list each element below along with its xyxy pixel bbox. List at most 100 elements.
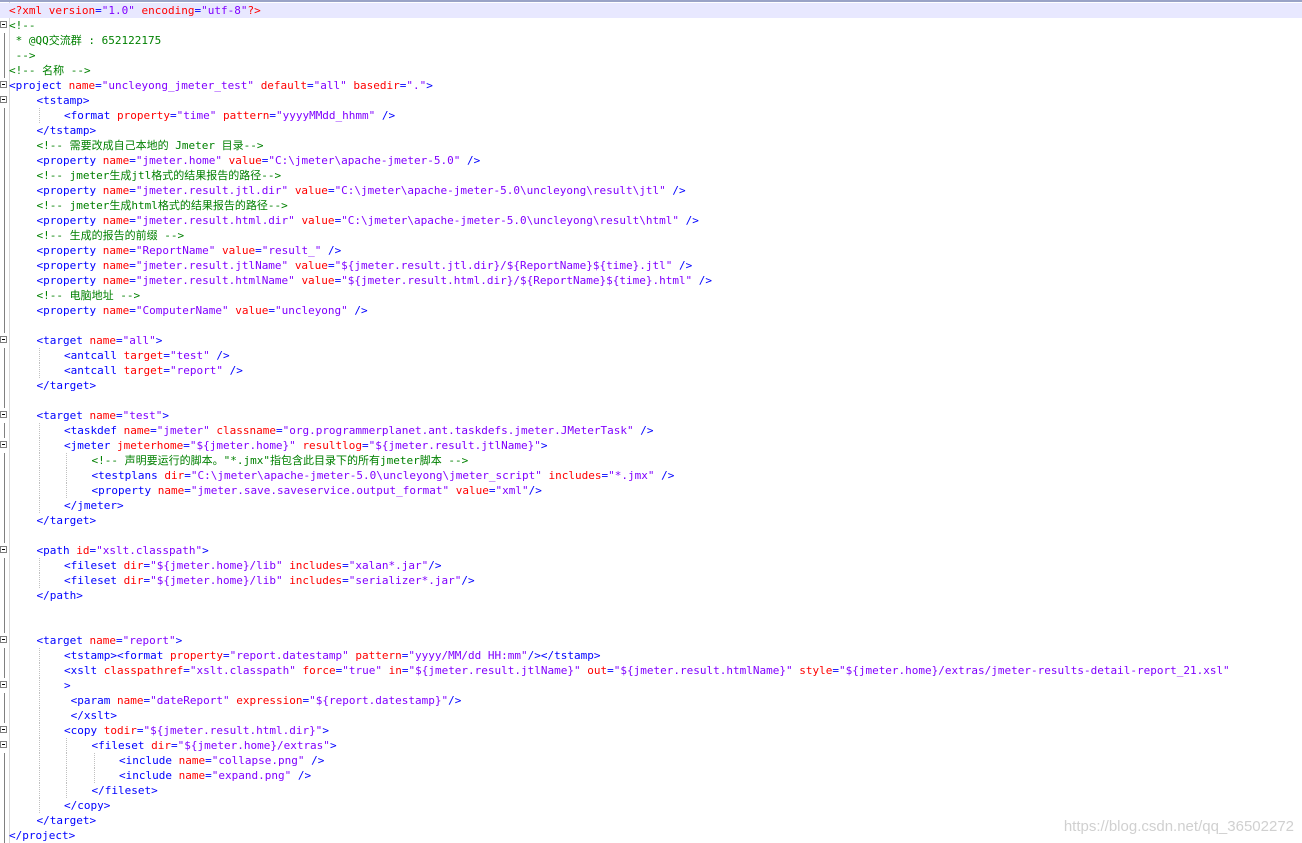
code-token: /> [461, 574, 475, 587]
code-line[interactable]: <property name="jmeter.result.jtlName" v… [0, 258, 1302, 273]
code-line[interactable]: <antcall target="report" /> [0, 363, 1302, 378]
code-line[interactable]: <!-- 电脑地址 --> [0, 288, 1302, 303]
fold-toggle-icon[interactable] [0, 546, 7, 553]
code-line[interactable]: </copy> [0, 798, 1302, 813]
code-line[interactable]: <property name="jmeter.result.html.dir" … [0, 213, 1302, 228]
code-line[interactable] [0, 603, 1302, 618]
code-token: <taskdef [64, 424, 124, 437]
code-line[interactable]: * @QQ交流群 : 652122175 [0, 33, 1302, 48]
code-line[interactable]: <copy todir="${jmeter.result.html.dir}"> [0, 723, 1302, 738]
code-line[interactable]: </target> [0, 378, 1302, 393]
fold-toggle-icon[interactable] [0, 21, 7, 28]
fold-toggle-icon[interactable] [0, 81, 7, 88]
code-line[interactable]: <antcall target="test" /> [0, 348, 1302, 363]
code-line[interactable]: <target name="report"> [0, 633, 1302, 648]
fold-toggle-icon[interactable] [0, 411, 7, 418]
indent-guide [38, 498, 40, 513]
code-line[interactable]: </xslt> [0, 708, 1302, 723]
code-line[interactable]: <!-- 生成的报告的前缀 --> [0, 228, 1302, 243]
code-token: "${jmeter.home}/lib" [150, 574, 283, 587]
code-line[interactable]: <property name="ComputerName" value="unc… [0, 303, 1302, 318]
code-line[interactable]: <project name="uncleyong_jmeter_test" de… [0, 78, 1302, 93]
code-text: <fileset dir = "${jmeter.home}/lib" includ… [64, 558, 442, 573]
fold-toggle-icon[interactable] [0, 741, 7, 748]
code-line[interactable]: <!-- 名称 --> [0, 63, 1302, 78]
code-token: <property [36, 184, 103, 197]
code-token: "jmeter.result.htmlName" [135, 274, 295, 287]
code-line[interactable]: <property name="jmeter.result.jtl.dir" v… [0, 183, 1302, 198]
code-line[interactable]: <!-- [0, 18, 1302, 33]
code-line[interactable]: <property name="ReportName" value="resul… [0, 243, 1302, 258]
code-token: <path [36, 544, 77, 557]
code-line[interactable]: <fileset dir="${jmeter.home}/extras"> [0, 738, 1302, 753]
fold-toggle-icon[interactable] [0, 96, 7, 103]
code-text: <path id="xslt.classpath"> [37, 543, 209, 558]
code-line[interactable]: <testplans dir="C:\jmeter\apache-jmeter-… [0, 468, 1302, 483]
code-line[interactable] [0, 528, 1302, 543]
indent-guide [38, 648, 40, 663]
code-line[interactable]: <!-- 声明要运行的脚本。"*.jmx"指包含此目录下的所有jmeter脚本 … [0, 453, 1302, 468]
code-token: > [329, 739, 337, 752]
code-token: = [275, 424, 283, 437]
code-token: </target> [36, 814, 97, 827]
code-token: /></tstamp> [527, 649, 601, 662]
code-token: "org.programmerplanet.ant.taskdefs.jmete… [282, 424, 634, 437]
code-token: </tstamp> [36, 124, 97, 137]
code-text: </tstamp> [37, 123, 97, 138]
code-line[interactable] [0, 618, 1302, 633]
fold-line [4, 588, 5, 603]
code-line[interactable]: --> [0, 48, 1302, 63]
fold-toggle-icon[interactable] [0, 636, 7, 643]
code-token: > [162, 409, 169, 422]
code-line[interactable]: <jmeter jmeterhome="${jmeter.home}" resu… [0, 438, 1302, 453]
code-line[interactable]: </target> [0, 513, 1302, 528]
code-line[interactable]: <fileset dir = "${jmeter.home}/lib" includ… [0, 573, 1302, 588]
code-line[interactable]: <include name="expand.png" /> [0, 768, 1302, 783]
code-token: = [268, 304, 275, 317]
code-token: <param [64, 694, 117, 707]
code-line[interactable]: </path> [0, 588, 1302, 603]
code-token: = [342, 559, 349, 572]
code-line[interactable]: <target name="all"> [0, 333, 1302, 348]
code-line[interactable]: </tstamp> [0, 123, 1302, 138]
code-line[interactable]: <property name="jmeter.result.htmlName" … [0, 273, 1302, 288]
fold-toggle-icon[interactable] [0, 681, 7, 688]
code-line[interactable]: <xslt classpathref="xslt.classpath" forc… [0, 663, 1302, 678]
code-line[interactable]: <param name="dateReport" expression="${r… [0, 693, 1302, 708]
code-token: jmeterhome [116, 439, 184, 452]
fold-toggle-icon[interactable] [0, 441, 7, 448]
code-line[interactable]: <target name="test"> [0, 408, 1302, 423]
code-line[interactable]: <!-- jmeter生成jtl格式的结果报告的路径--> [0, 168, 1302, 183]
code-line[interactable]: <property name="jmeter.home" value="C:\j… [0, 153, 1302, 168]
code-line[interactable]: <taskdef name="jmeter" classname="org.pr… [0, 423, 1302, 438]
code-line[interactable]: <tstamp> [0, 93, 1302, 108]
fold-line [4, 783, 5, 798]
code-line[interactable]: <!-- 需要改成自己本地的 Jmeter 目录--> [0, 138, 1302, 153]
code-line[interactable]: <property name="jmeter.save.saveservice.… [0, 483, 1302, 498]
code-line[interactable]: > [0, 678, 1302, 693]
code-line[interactable]: <include name="collapse.png" /> [0, 753, 1302, 768]
fold-toggle-icon[interactable] [0, 726, 7, 733]
code-token: encoding [141, 4, 195, 17]
code-line[interactable]: <tstamp><format property="report.datesta… [0, 648, 1302, 663]
fold-line [4, 198, 5, 213]
code-token: in [388, 664, 402, 677]
indent-guide [38, 363, 40, 378]
code-line[interactable]: <path id="xslt.classpath"> [0, 543, 1302, 558]
code-line[interactable] [0, 318, 1302, 333]
code-editor[interactable]: <?xml version = "1.0" encoding = "utf-8"?> <!… [0, 3, 1302, 843]
code-line[interactable]: <format property="time" pattern="yyyyMMd… [0, 108, 1302, 123]
code-line[interactable]: <fileset dir = "${jmeter.home}/lib" includ… [0, 558, 1302, 573]
code-line[interactable]: </jmeter> [0, 498, 1302, 513]
code-line[interactable]: <!-- jmeter生成html格式的结果报告的路径--> [0, 198, 1302, 213]
code-token: * @QQ交流群 : 652122175 [9, 34, 162, 47]
fold-line [4, 708, 5, 723]
code-line[interactable]: </fileset> [0, 783, 1302, 798]
code-line[interactable]: <?xml version="1.0" encoding="utf-8"?> [0, 3, 1302, 18]
fold-line [4, 693, 5, 708]
editor-top-border [0, 0, 1302, 2]
code-text: <target name="report"> [37, 633, 183, 648]
code-line[interactable] [0, 393, 1302, 408]
fold-toggle-icon[interactable] [0, 336, 7, 343]
